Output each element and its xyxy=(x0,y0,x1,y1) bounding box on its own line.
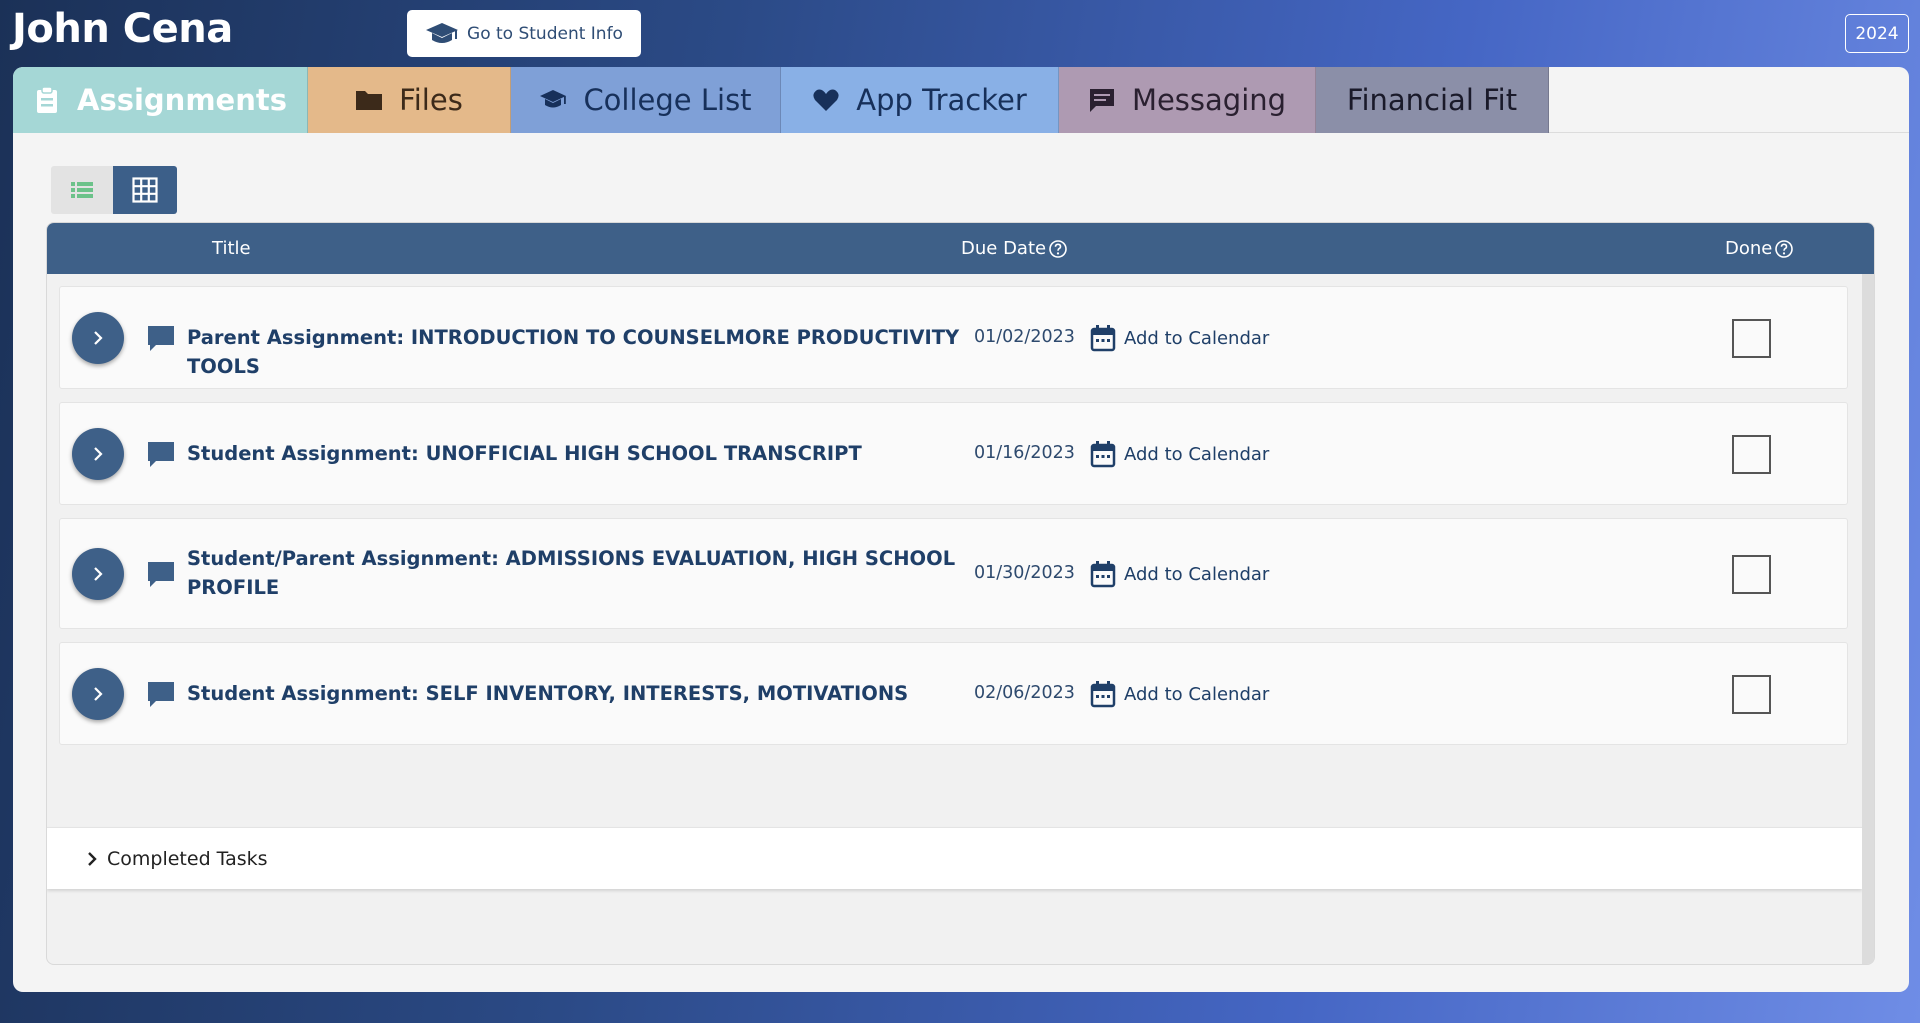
comment-icon xyxy=(148,562,174,587)
list-icon xyxy=(71,182,93,198)
tab-bar: Assignments Files College List App Track… xyxy=(13,67,1909,133)
tab-financial-fit-label: Financial Fit xyxy=(1346,83,1518,117)
add-to-calendar-link[interactable]: Add to Calendar xyxy=(1090,324,1269,352)
tab-files[interactable]: Files xyxy=(308,67,511,133)
column-title-label: Title xyxy=(212,238,251,259)
tab-app-tracker-label: App Tracker xyxy=(856,83,1027,117)
add-to-calendar-label: Add to Calendar xyxy=(1124,327,1270,349)
expand-row-button[interactable] xyxy=(72,428,124,480)
column-due-date: Due Date xyxy=(961,238,1068,259)
table-row: Student/Parent Assignment: ADMISSIONS EV… xyxy=(59,518,1848,629)
tab-assignments-label: Assignments xyxy=(77,83,287,117)
table-row: Parent Assignment: INTRODUCTION TO COUNS… xyxy=(59,286,1848,389)
comment-icon xyxy=(148,682,174,707)
add-to-calendar-label: Add to Calendar xyxy=(1124,443,1270,465)
column-done-label: Done xyxy=(1725,238,1773,259)
chevron-right-icon xyxy=(94,331,103,345)
tab-app-tracker[interactable]: App Tracker xyxy=(781,67,1059,133)
due-date: 01/16/2023 xyxy=(974,443,1075,463)
view-toggle xyxy=(51,166,177,214)
tab-assignments[interactable]: Assignments xyxy=(13,67,308,133)
clipboard-icon xyxy=(37,86,58,113)
column-done: Done xyxy=(1725,238,1794,259)
year-selector[interactable]: 2024 xyxy=(1845,14,1909,53)
assignments-table: Title Due Date Done Parent Assignment: I… xyxy=(46,222,1875,965)
top-bar: John Cena Go to Student Info 2024 xyxy=(0,0,1920,67)
completed-tasks-label: Completed Tasks xyxy=(107,847,268,870)
student-name: John Cena xyxy=(12,6,233,52)
done-checkbox[interactable] xyxy=(1732,555,1771,594)
assignment-title: Student Assignment: UNOFFICIAL HIGH SCHO… xyxy=(187,442,862,465)
help-icon[interactable] xyxy=(1048,239,1068,259)
comment-icon xyxy=(148,442,174,467)
completed-tasks-toggle[interactable]: Completed Tasks xyxy=(47,827,1862,889)
help-icon[interactable] xyxy=(1774,239,1794,259)
grid-icon xyxy=(132,177,158,203)
add-to-calendar-label: Add to Calendar xyxy=(1124,563,1270,585)
add-to-calendar-label: Add to Calendar xyxy=(1124,683,1270,705)
add-to-calendar-link[interactable]: Add to Calendar xyxy=(1090,560,1269,588)
tab-financial-fit[interactable]: Financial Fit xyxy=(1316,67,1549,133)
tab-messaging[interactable]: Messaging xyxy=(1059,67,1316,133)
expand-row-button[interactable] xyxy=(72,668,124,720)
calendar-icon xyxy=(1090,561,1116,588)
list-view-button[interactable] xyxy=(51,166,113,214)
due-date: 02/06/2023 xyxy=(974,683,1075,703)
tab-college-list[interactable]: College List xyxy=(511,67,781,133)
message-icon xyxy=(1089,89,1114,112)
tab-files-label: Files xyxy=(399,83,463,117)
expand-row-button[interactable] xyxy=(72,312,124,364)
table-row: Student Assignment: UNOFFICIAL HIGH SCHO… xyxy=(59,402,1848,505)
calendar-icon xyxy=(1090,681,1116,708)
calendar-icon xyxy=(1090,441,1116,468)
assignment-title: Student/Parent Assignment: ADMISSIONS EV… xyxy=(187,547,956,599)
done-checkbox[interactable] xyxy=(1732,435,1771,474)
table-header: Title Due Date Done xyxy=(47,223,1874,274)
chevron-right-icon xyxy=(94,567,103,581)
grid-view-button[interactable] xyxy=(113,166,177,214)
go-to-student-info-button[interactable]: Go to Student Info xyxy=(407,10,641,57)
column-due-date-label: Due Date xyxy=(961,238,1047,259)
go-to-student-info-label: Go to Student Info xyxy=(467,23,623,44)
done-checkbox[interactable] xyxy=(1732,675,1771,714)
main-panel: Assignments Files College List App Track… xyxy=(13,67,1909,992)
graduation-cap-icon xyxy=(426,22,459,43)
heart-icon xyxy=(813,89,839,111)
chevron-right-icon xyxy=(88,851,97,866)
table-row: Student Assignment: SELF INVENTORY, INTE… xyxy=(59,642,1848,745)
tab-messaging-label: Messaging xyxy=(1131,83,1287,117)
scrollbar[interactable] xyxy=(1862,274,1874,964)
done-checkbox[interactable] xyxy=(1732,319,1771,358)
column-title: Title xyxy=(212,238,251,259)
tab-college-list-label: College List xyxy=(583,83,752,117)
assignment-title: Student Assignment: SELF INVENTORY, INTE… xyxy=(187,682,909,705)
comment-icon xyxy=(148,326,174,351)
add-to-calendar-link[interactable]: Add to Calendar xyxy=(1090,680,1269,708)
assignment-title: Parent Assignment: INTRODUCTION TO COUNS… xyxy=(187,326,960,378)
chevron-right-icon xyxy=(94,687,103,701)
chevron-right-icon xyxy=(94,447,103,461)
add-to-calendar-link[interactable]: Add to Calendar xyxy=(1090,440,1269,468)
expand-row-button[interactable] xyxy=(72,548,124,600)
folder-icon xyxy=(356,91,383,110)
graduation-cap-icon xyxy=(540,90,567,108)
due-date: 01/02/2023 xyxy=(974,327,1075,347)
calendar-icon xyxy=(1090,325,1116,352)
due-date: 01/30/2023 xyxy=(974,563,1075,583)
